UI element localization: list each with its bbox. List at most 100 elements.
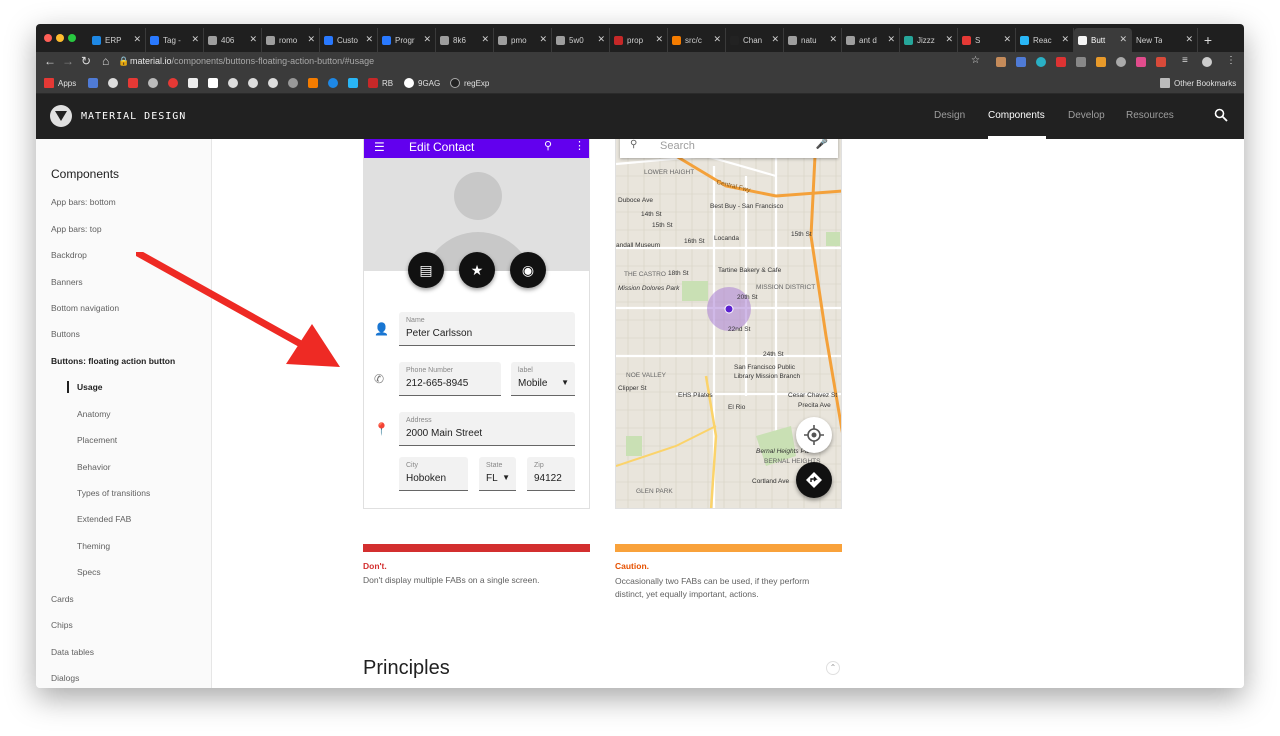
close-tab-icon[interactable]: ✕ [829,34,837,45]
close-window-button[interactable] [44,34,52,42]
close-tab-icon[interactable]: ✕ [1185,34,1193,45]
sidebar-subitem-types-of-transitions[interactable]: Types of transitions [77,488,150,498]
phone-field[interactable]: Phone Number 212-665-8945 [399,362,501,396]
browser-tab[interactable]: 5w0 ✕ [552,28,610,52]
nav-design[interactable]: Design [934,110,965,121]
extension-icon[interactable] [1096,57,1106,67]
bookmark-rb[interactable]: RB [368,78,393,88]
directions-fab[interactable] [796,462,832,498]
home-icon[interactable]: ⌂ [102,54,109,68]
extension-icon[interactable] [1116,57,1126,67]
nav-components[interactable]: Components [988,110,1045,121]
url-field[interactable]: material.io/components/buttons-floating-… [130,56,374,66]
browser-tab[interactable]: prop ✕ [610,28,668,52]
close-tab-icon[interactable]: ✕ [191,34,199,45]
phone-type-select[interactable]: label Mobile ▼ [511,362,575,396]
address-field[interactable]: Address 2000 Main Street [399,412,575,446]
sidebar-subitem-usage[interactable]: Usage [77,382,103,392]
bookmark-icon[interactable] [288,78,302,88]
bookmark-icon[interactable] [268,78,282,88]
sidebar-item-app-bars-bottom[interactable]: App bars: bottom [51,197,116,207]
browser-tab[interactable]: Chan ✕ [726,28,784,52]
extension-icon[interactable] [1056,57,1066,67]
browser-tab[interactable]: Butt ✕ [1074,28,1132,52]
bookmark-9gag[interactable]: 9GAG [404,78,440,88]
favorite-fab[interactable]: ★ [459,252,495,288]
sidebar-item-data-tables[interactable]: Data tables [51,647,94,657]
sidebar-item-backdrop[interactable]: Backdrop [51,250,87,260]
close-tab-icon[interactable]: ✕ [597,34,605,45]
chevron-up-icon[interactable]: ⌃ [826,661,840,675]
bookmark-icon[interactable] [88,78,102,88]
map-search-bar[interactable]: ⚲ Search 🎤 [620,139,838,158]
extension-icon[interactable] [1076,57,1086,67]
extension-icon[interactable] [1136,57,1146,67]
browser-tab[interactable]: Reac ✕ [1016,28,1074,52]
profile-avatar[interactable] [1202,57,1212,67]
extension-icon[interactable] [1156,57,1166,67]
close-tab-icon[interactable]: ✕ [249,34,257,45]
bookmark-star-icon[interactable]: ☆ [971,55,980,66]
sidebar-subitem-behavior[interactable]: Behavior [77,462,111,472]
browser-tab[interactable]: ERP ✕ [88,28,146,52]
bookmark-icon[interactable] [308,78,322,88]
bookmark-icon[interactable] [328,78,342,88]
close-tab-icon[interactable]: ✕ [307,34,315,45]
camera-fab[interactable]: ◉ [510,252,546,288]
close-tab-icon[interactable]: ✕ [423,34,431,45]
forward-icon[interactable]: → [62,54,74,68]
bookmark-apps[interactable]: Apps [44,78,76,88]
reload-icon[interactable]: ↻ [81,54,91,68]
browser-tab[interactable]: src/c ✕ [668,28,726,52]
sidebar-subitem-placement[interactable]: Placement [77,435,117,445]
browser-tab[interactable]: Progr ✕ [378,28,436,52]
close-tab-icon[interactable]: ✕ [771,34,779,45]
new-tab-plus-icon[interactable]: + [1198,28,1218,52]
sidebar-item-bottom-navigation[interactable]: Bottom navigation [51,303,119,313]
browser-menu-icon[interactable]: ⋮ [1226,55,1236,66]
bookmark-other[interactable]: Other Bookmarks [1160,78,1236,88]
bookmark-icon[interactable] [228,78,242,88]
close-tab-icon[interactable]: ✕ [365,34,373,45]
close-tab-icon[interactable]: ✕ [1061,34,1069,45]
back-icon[interactable]: ← [44,54,56,68]
sidebar-subitem-extended-fab[interactable]: Extended FAB [77,514,131,524]
menu-icon[interactable]: ☰ [374,141,385,153]
bookmark-icon[interactable] [248,78,262,88]
nav-resources[interactable]: Resources [1126,110,1174,121]
sidebar-item-chips[interactable]: Chips [51,620,73,630]
browser-tab[interactable]: Jizzz ✕ [900,28,958,52]
close-tab-icon[interactable]: ✕ [1119,34,1127,45]
bookmark-icon[interactable] [208,78,222,88]
close-tab-icon[interactable]: ✕ [133,34,141,45]
browser-tab[interactable]: S ✕ [958,28,1016,52]
maximize-window-button[interactable] [68,34,76,42]
close-tab-icon[interactable]: ✕ [887,34,895,45]
sidebar-item-app-bars-top[interactable]: App bars: top [51,224,102,234]
close-tab-icon[interactable]: ✕ [945,34,953,45]
name-field[interactable]: Name Peter Carlsson [399,312,575,346]
browser-tab[interactable]: New Tab ✕ [1132,28,1198,52]
more-vert-icon[interactable]: ⋮ [574,139,585,152]
minimize-window-button[interactable] [56,34,64,42]
sidebar-item-banners[interactable]: Banners [51,277,83,287]
my-location-fab[interactable] [796,417,832,453]
material-logo-icon[interactable] [50,105,72,127]
bookmark-icon[interactable] [188,78,202,88]
city-field[interactable]: City Hoboken [399,457,468,491]
extension-icon[interactable] [996,57,1006,67]
site-brand[interactable]: MATERIAL DESIGN [81,111,186,122]
sidebar-subitem-specs[interactable]: Specs [77,567,101,577]
browser-tab[interactable]: romo ✕ [262,28,320,52]
zip-field[interactable]: Zip 94122 [527,457,575,491]
extension-icon[interactable] [1016,57,1026,67]
sidebar-item-cards[interactable]: Cards [51,594,74,604]
browser-tab[interactable]: 8k6 ✕ [436,28,494,52]
close-tab-icon[interactable]: ✕ [1003,34,1011,45]
state-select[interactable]: State FL ▼ [479,457,516,491]
bookmark-icon[interactable] [348,78,362,88]
sidebar-item-dialogs[interactable]: Dialogs [51,673,79,683]
bookmark-icon[interactable] [128,78,142,88]
bookmark-icon[interactable] [148,78,162,88]
sidebar-subitem-theming[interactable]: Theming [77,541,110,551]
